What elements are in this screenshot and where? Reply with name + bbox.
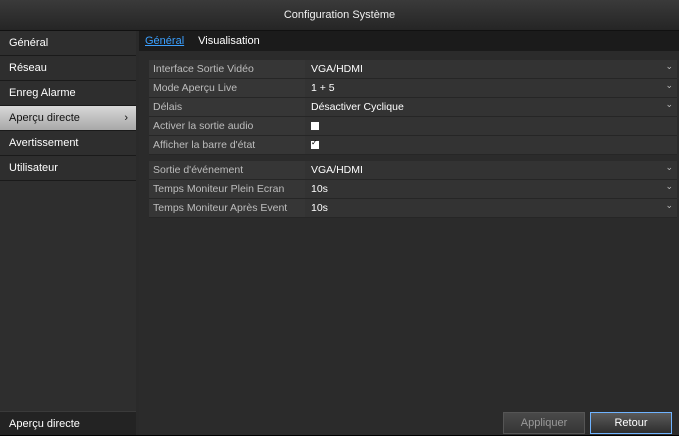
sidebar-item-warning[interactable]: Avertissement: [0, 131, 136, 156]
setting-row: Activer la sortie audio: [149, 117, 677, 136]
chevron-down-icon: ⌄: [665, 181, 673, 191]
sidebar-item-general[interactable]: Général: [0, 31, 136, 56]
setting-value: VGA/HDMI: [311, 164, 363, 176]
setting-label: Activer la sortie audio: [149, 117, 305, 135]
sidebar-item-live-view[interactable]: Aperçu directe ›: [0, 106, 136, 131]
sidebar: Général Réseau Enreg Alarme Aperçu direc…: [0, 31, 136, 435]
sidebar-item-user[interactable]: Utilisateur: [0, 156, 136, 181]
sidebar-item-label: Avertissement: [9, 137, 79, 149]
apply-button[interactable]: Appliquer: [503, 412, 585, 434]
setting-value: 10s: [311, 183, 328, 195]
sidebar-bottom-label: Aperçu directe: [9, 418, 80, 430]
setting-label: Temps Moniteur Après Event: [149, 199, 305, 217]
setting-value: VGA/HDMI: [311, 63, 363, 75]
setting-label: Interface Sortie Vidéo: [149, 60, 305, 78]
tab-bar: Général Visualisation: [139, 31, 679, 51]
setting-row: Délais Désactiver Cyclique ⌄: [149, 98, 677, 117]
back-button[interactable]: Retour: [590, 412, 672, 434]
sidebar-item-label: Général: [9, 37, 49, 49]
tab-visualisation[interactable]: Visualisation: [198, 35, 260, 47]
sidebar-item-label: Réseau: [9, 62, 47, 74]
setting-row: Sortie d'événement VGA/HDMI ⌄: [149, 161, 677, 180]
fullscreen-monitor-time-select[interactable]: 10s ⌄: [305, 180, 677, 198]
chevron-down-icon: ⌄: [665, 200, 673, 210]
sidebar-item-label: Aperçu directe: [9, 112, 80, 124]
main-panel: Général Visualisation Interface Sortie V…: [139, 31, 679, 435]
setting-label: Sortie d'événement: [149, 161, 305, 179]
setting-label: Mode Aperçu Live: [149, 79, 305, 97]
chevron-down-icon: ⌄: [665, 162, 673, 172]
setting-label: Afficher la barre d'état: [149, 136, 305, 154]
setting-label: Délais: [149, 98, 305, 116]
delay-select[interactable]: Désactiver Cyclique ⌄: [305, 98, 677, 116]
setting-row: Temps Moniteur Après Event 10s ⌄: [149, 199, 677, 218]
chevron-right-icon: ›: [124, 112, 128, 124]
sidebar-bottom-live-view[interactable]: Aperçu directe: [0, 411, 136, 435]
setting-value: 1 + 5: [311, 82, 335, 94]
audio-output-cell: [305, 117, 677, 135]
settings-list: Interface Sortie Vidéo VGA/HDMI ⌄ Mode Ap…: [149, 60, 677, 218]
sidebar-item-alarm-recording[interactable]: Enreg Alarme: [0, 81, 136, 106]
setting-value: Désactiver Cyclique: [311, 101, 404, 113]
event-output-select[interactable]: VGA/HDMI ⌄: [305, 161, 677, 179]
sidebar-item-network[interactable]: Réseau: [0, 56, 136, 81]
config-window: Configuration Système Général Réseau Enr…: [0, 0, 679, 435]
tab-general[interactable]: Général: [145, 35, 184, 47]
title-bar: Configuration Système: [0, 0, 679, 31]
setting-row: Temps Moniteur Plein Ecran 10s ⌄: [149, 180, 677, 199]
setting-row: Interface Sortie Vidéo VGA/HDMI ⌄: [149, 60, 677, 79]
video-output-select[interactable]: VGA/HDMI ⌄: [305, 60, 677, 78]
chevron-down-icon: ⌄: [665, 61, 673, 71]
chevron-down-icon: ⌄: [665, 80, 673, 90]
after-event-monitor-time-select[interactable]: 10s ⌄: [305, 199, 677, 217]
setting-row: Afficher la barre d'état: [149, 136, 677, 155]
setting-label: Temps Moniteur Plein Ecran: [149, 180, 305, 198]
live-mode-select[interactable]: 1 + 5 ⌄: [305, 79, 677, 97]
sidebar-item-label: Utilisateur: [9, 162, 58, 174]
chevron-down-icon: ⌄: [665, 99, 673, 109]
window-title: Configuration Système: [283, 9, 396, 21]
setting-row: Mode Aperçu Live 1 + 5 ⌄: [149, 79, 677, 98]
status-bar-checkbox[interactable]: [311, 138, 319, 149]
setting-value: 10s: [311, 202, 328, 214]
status-bar-cell: [305, 136, 677, 154]
audio-output-checkbox[interactable]: [311, 122, 319, 130]
sidebar-item-label: Enreg Alarme: [9, 87, 76, 99]
